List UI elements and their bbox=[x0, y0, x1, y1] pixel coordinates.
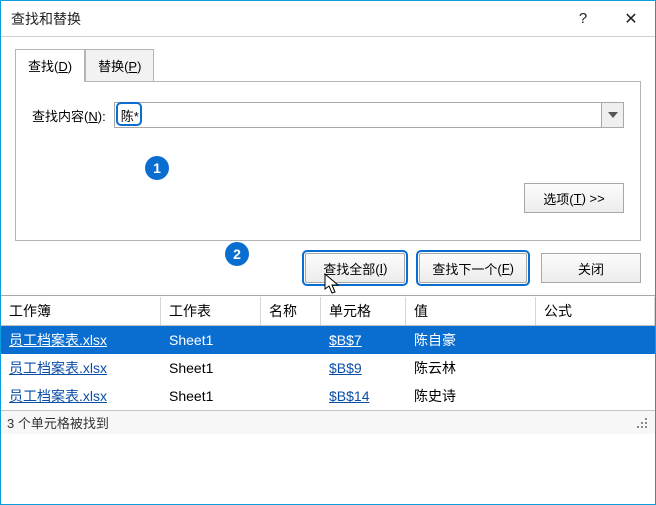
col-header-cell[interactable]: 单元格 bbox=[321, 297, 406, 325]
search-label: 查找内容(N): bbox=[32, 106, 106, 125]
col-header-sheet[interactable]: 工作表 bbox=[161, 297, 261, 325]
col-header-name[interactable]: 名称 bbox=[261, 297, 321, 325]
cell-value: 陈云林 bbox=[406, 354, 536, 382]
results-row[interactable]: 员工档案表.xlsx Sheet1 $B$14 陈史诗 bbox=[1, 382, 655, 410]
help-button[interactable]: ? bbox=[559, 1, 607, 37]
results-header-row: 工作簿 工作表 名称 单元格 值 公式 bbox=[1, 296, 655, 326]
cell-link[interactable]: $B$14 bbox=[329, 388, 369, 404]
cell-cell: $B$14 bbox=[321, 384, 406, 408]
status-bar: 3 个单元格被找到 bbox=[1, 410, 655, 434]
cell-workbook: 员工档案表.xlsx bbox=[1, 354, 161, 382]
options-button[interactable]: 选项(T) >> bbox=[524, 183, 624, 213]
titlebar: 查找和替换 ? ✕ bbox=[1, 1, 655, 37]
annotation-callout-1: 1 bbox=[145, 156, 169, 180]
workbook-link[interactable]: 员工档案表.xlsx bbox=[9, 360, 107, 376]
cell-formula bbox=[536, 364, 655, 372]
cell-link[interactable]: $B$7 bbox=[329, 332, 362, 348]
chevron-down-icon bbox=[608, 112, 618, 118]
col-header-value[interactable]: 值 bbox=[406, 297, 536, 325]
search-dropdown-button[interactable] bbox=[601, 103, 623, 127]
resize-grip-icon[interactable] bbox=[635, 416, 649, 430]
workbook-link[interactable]: 员工档案表.xlsx bbox=[9, 332, 107, 348]
cell-formula bbox=[536, 336, 655, 344]
cell-cell: $B$9 bbox=[321, 356, 406, 380]
cell-formula bbox=[536, 392, 655, 400]
col-header-workbook[interactable]: 工作簿 bbox=[1, 297, 161, 325]
results-body: 员工档案表.xlsxSheet1$B$7陈自豪员工档案表.xlsxSheet1$… bbox=[1, 326, 655, 410]
dialog-button-row: 2 查找全部(I) 查找下一个(F) 关闭 bbox=[1, 241, 655, 295]
search-input[interactable] bbox=[114, 102, 624, 128]
annotation-callout-2: 2 bbox=[225, 242, 249, 266]
cell-workbook: 员工档案表.xlsx bbox=[1, 382, 161, 410]
close-window-button[interactable]: ✕ bbox=[607, 1, 655, 37]
results-row[interactable]: 员工档案表.xlsx Sheet1 $B$9 陈云林 bbox=[1, 354, 655, 382]
tab-panel-find: 查找内容(N): 选项(T) >> bbox=[15, 81, 641, 241]
workbook-link[interactable]: 员工档案表.xlsx bbox=[9, 388, 107, 404]
cell-sheet: Sheet1 bbox=[161, 384, 261, 408]
cell-name bbox=[261, 336, 321, 344]
results-row[interactable]: 员工档案表.xlsx Sheet1 $B$7 陈自豪 bbox=[1, 326, 655, 354]
results-area: 工作簿 工作表 名称 单元格 值 公式 员工档案表.xlsx Sheet1 $B$7… bbox=[1, 295, 655, 410]
status-text: 3 个单元格被找到 bbox=[7, 413, 109, 432]
find-all-button[interactable]: 查找全部(I) bbox=[305, 253, 405, 283]
cell-value: 陈自豪 bbox=[406, 326, 536, 354]
cell-cell: $B$7 bbox=[321, 328, 406, 352]
cell-workbook: 员工档案表.xlsx bbox=[1, 326, 161, 354]
col-header-formula[interactable]: 公式 bbox=[536, 297, 655, 325]
find-next-button[interactable]: 查找下一个(F) bbox=[419, 253, 527, 283]
cell-name bbox=[261, 364, 321, 372]
close-button[interactable]: 关闭 bbox=[541, 253, 641, 283]
cell-sheet: Sheet1 bbox=[161, 356, 261, 380]
cell-name bbox=[261, 392, 321, 400]
dialog-title: 查找和替换 bbox=[11, 9, 559, 29]
cell-sheet: Sheet1 bbox=[161, 328, 261, 352]
tab-find[interactable]: 查找(D) bbox=[15, 49, 85, 82]
cell-value: 陈史诗 bbox=[406, 382, 536, 410]
tab-replace[interactable]: 替换(P) bbox=[85, 49, 154, 82]
tab-strip: 查找(D) 替换(P) bbox=[15, 49, 641, 82]
cell-link[interactable]: $B$9 bbox=[329, 360, 362, 376]
